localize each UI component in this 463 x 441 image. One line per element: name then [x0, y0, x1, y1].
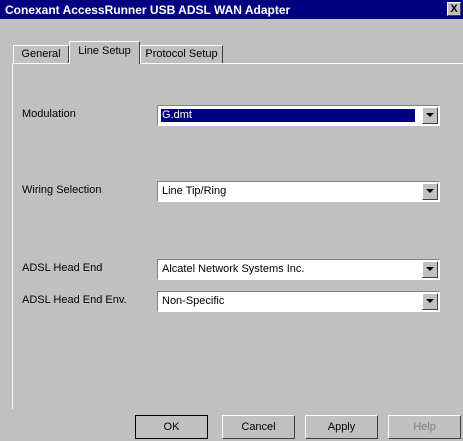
adsl-head-end-env-select[interactable]: Non-Specific — [157, 291, 440, 312]
adsl-head-end-env-label: ADSL Head End Env. — [22, 294, 127, 306]
tab-general[interactable]: General — [13, 45, 69, 63]
wiring-selection-label: Wiring Selection — [22, 184, 102, 196]
apply-button[interactable]: Apply — [305, 415, 378, 439]
adsl-head-end-select[interactable]: Alcatel Network Systems Inc. — [157, 259, 440, 280]
chevron-down-icon[interactable] — [422, 293, 438, 310]
ok-button[interactable]: OK — [135, 415, 208, 439]
adsl-head-end-value: Alcatel Network Systems Inc. — [162, 263, 305, 275]
chevron-down-icon[interactable] — [422, 183, 438, 200]
chevron-down-icon[interactable] — [422, 107, 438, 124]
tab-protocol-setup[interactable]: Protocol Setup — [140, 45, 223, 63]
close-icon[interactable]: X — [447, 2, 461, 16]
wiring-selection-value: Line Tip/Ring — [162, 185, 227, 197]
tab-line-setup[interactable]: Line Setup — [69, 41, 140, 64]
modulation-value: G.dmt — [161, 109, 415, 122]
wiring-selection-select[interactable]: Line Tip/Ring — [157, 181, 440, 202]
help-button[interactable]: Help — [388, 415, 461, 439]
title-bar[interactable]: Conexant AccessRunner USB ADSL WAN Adapt… — [0, 0, 463, 19]
window-title: Conexant AccessRunner USB ADSL WAN Adapt… — [5, 3, 291, 17]
properties-dialog: Conexant AccessRunner USB ADSL WAN Adapt… — [0, 0, 463, 441]
modulation-label: Modulation — [22, 108, 76, 120]
modulation-select[interactable]: G.dmt — [157, 105, 440, 126]
chevron-down-icon[interactable] — [422, 261, 438, 278]
adsl-head-end-env-value: Non-Specific — [162, 295, 225, 307]
adsl-head-end-label: ADSL Head End — [22, 262, 103, 274]
cancel-button[interactable]: Cancel — [222, 415, 295, 439]
